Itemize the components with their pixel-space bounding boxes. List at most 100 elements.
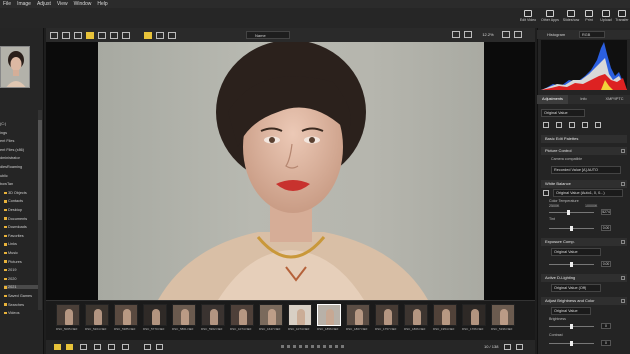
color-temp-knob[interactable] — [567, 210, 570, 215]
tint-value[interactable]: 0.00 — [601, 225, 611, 231]
folder-tree-item[interactable]: dministrator — [0, 156, 38, 160]
menu-adjust[interactable]: Adjust — [37, 1, 51, 7]
next-icon[interactable] — [516, 344, 523, 350]
contrast-knob[interactable] — [570, 341, 573, 346]
filmstrip-thumbnail[interactable]: DSC_1954.NEF — [433, 304, 457, 332]
panel-icon[interactable] — [108, 344, 115, 350]
filmstrip-thumbnail[interactable]: DSC_5385.NEF — [114, 304, 138, 332]
rotate-left-icon[interactable] — [144, 344, 151, 350]
adl-select[interactable]: Original Value (Off) — [551, 284, 601, 292]
color-temp-slider[interactable] — [549, 210, 594, 215]
filmstrip-thumbnail[interactable]: DSC_1856.NEF — [317, 304, 341, 332]
prev-icon[interactable] — [504, 344, 511, 350]
menu-help[interactable]: Help — [97, 1, 107, 7]
menu-window[interactable]: Window — [74, 1, 92, 7]
main-photo[interactable] — [98, 42, 484, 300]
folder-tree-item[interactable]: Documents — [4, 217, 42, 221]
exposure-slider[interactable] — [549, 262, 594, 267]
filmstrip-thumbnail[interactable]: DSC_1867.NEF — [346, 304, 370, 332]
adl-checkbox[interactable] — [621, 276, 625, 280]
left-scrollbar[interactable] — [38, 110, 42, 310]
section-picture-control[interactable]: Picture Control — [541, 147, 627, 155]
tint-knob[interactable] — [570, 226, 573, 231]
filmstrip-thumbnail[interactable]: DSC_1074.NEF — [230, 304, 254, 332]
zoom-out-icon[interactable] — [514, 31, 522, 38]
menu-view[interactable]: View — [57, 1, 68, 7]
compare-icon[interactable] — [80, 344, 87, 350]
filmstrip-thumbnail[interactable]: DSC_1074.NEF — [288, 304, 312, 332]
filmstrip-thumbnail[interactable]: DSC_5861.NEF — [172, 304, 196, 332]
filmstrip-thumbnail[interactable]: DSC_5962.NEF — [201, 304, 225, 332]
zoom-level[interactable]: 12.2% — [478, 31, 498, 39]
compare-view-icon[interactable] — [98, 31, 106, 39]
folder-tree-item[interactable]: dlesRoaming — [0, 165, 38, 169]
section-basic[interactable]: Basic Edit Palettes — [541, 135, 627, 143]
tab-xmp-iptc[interactable]: XMP/IPTC — [599, 95, 630, 104]
undo-icon[interactable] — [595, 122, 601, 128]
menu-image[interactable]: Image — [17, 1, 31, 7]
filter-icon[interactable] — [122, 31, 130, 39]
brightness-slider[interactable] — [549, 324, 594, 329]
folder-tree-item[interactable]: ent Files (x86) — [0, 148, 38, 152]
folder-tree-item[interactable]: (C:) — [0, 122, 38, 126]
rotate-right-icon[interactable] — [156, 344, 163, 350]
person-icon[interactable] — [74, 31, 82, 39]
redeye-icon[interactable] — [582, 122, 588, 128]
split-view-icon[interactable] — [110, 31, 118, 39]
straighten-icon[interactable] — [556, 122, 562, 128]
left-scroll-thumb[interactable] — [38, 120, 42, 220]
contrast-slider[interactable] — [549, 341, 594, 346]
fit-icon[interactable] — [452, 31, 460, 38]
section-white-balance[interactable]: White Balance — [541, 180, 627, 188]
filmstrip-thumbnail[interactable]: DSC_5770.NEF — [143, 304, 167, 332]
edit-video-button[interactable]: Edit Video — [518, 10, 538, 27]
folder-tree-item[interactable]: ublic — [0, 174, 38, 178]
fullscreen-icon[interactable] — [122, 344, 129, 350]
filmstrip-thumbnail[interactable]: DSC_5196.NEF — [491, 304, 515, 332]
folder-tree-item[interactable]: Contacts — [4, 199, 42, 203]
filmstrip-thumbnail[interactable]: DSC_1766.NEF — [462, 304, 486, 332]
folder-tree-item[interactable]: 3D Objects — [4, 191, 42, 195]
label-filter-icon[interactable] — [54, 344, 61, 350]
zoom-in-icon[interactable] — [502, 31, 510, 38]
tint-slider[interactable] — [549, 226, 594, 231]
eyedropper-icon[interactable] — [543, 190, 549, 196]
list-view-icon[interactable] — [62, 31, 70, 39]
crop-icon[interactable] — [543, 122, 549, 128]
retouch-icon[interactable] — [569, 122, 575, 128]
histogram-channel-select[interactable]: RGB — [579, 31, 605, 38]
brightness-knob[interactable] — [570, 324, 573, 329]
other-apps-button[interactable]: Other Apps — [540, 10, 560, 27]
color-temp-value[interactable]: 5274 — [601, 209, 611, 215]
brightness-color-select[interactable]: Original Value — [551, 307, 591, 315]
section-exposure[interactable]: Exposure Comp. — [541, 238, 627, 246]
single-view-icon[interactable] — [86, 31, 94, 39]
filmstrip-thumbnail[interactable]: DSC_1757.NEF — [375, 304, 399, 332]
folder-tree-item[interactable]: ings — [0, 131, 38, 135]
folder-tree-item[interactable]: Music — [4, 251, 42, 255]
section-brightness-color[interactable]: Adjust Brightness and Color — [541, 297, 627, 305]
sort-select[interactable]: Name — [246, 31, 290, 39]
folder-tree-item[interactable]: Saved Games — [4, 294, 42, 298]
label-icon[interactable] — [144, 31, 152, 39]
exposure-select[interactable]: Original Value — [551, 248, 601, 256]
rating-filter-icon[interactable] — [66, 344, 73, 350]
folder-tree-item[interactable]: Searches — [4, 303, 42, 307]
white-balance-select[interactable]: Original Value (Auto1, 0, 0...) — [553, 189, 623, 197]
sort-icon[interactable] — [168, 31, 176, 39]
layout-icon[interactable] — [94, 344, 101, 350]
filmstrip-thumbnail[interactable]: DSC_1866.NEF — [404, 304, 428, 332]
folder-tree-item[interactable]: Desktop — [4, 208, 42, 212]
contrast-value[interactable]: 0 — [601, 340, 611, 346]
folder-tree-item[interactable]: Links — [4, 242, 42, 246]
menu-file[interactable]: File — [3, 1, 11, 7]
grid-view-icon[interactable] — [50, 31, 58, 39]
filmstrip-thumbnail[interactable]: DSC_1647.NEF — [259, 304, 283, 332]
folder-tree-item[interactable]: 2020 — [4, 277, 42, 281]
filmstrip-thumbnail[interactable]: DSC_5204.NEF — [85, 304, 109, 332]
folder-tree-item[interactable]: Videos — [4, 311, 42, 315]
folder-tree-item[interactable]: ent Files — [0, 139, 38, 143]
tab-info[interactable]: Info — [568, 95, 599, 104]
zoom-mode-icon[interactable] — [464, 31, 472, 38]
brightness-color-checkbox[interactable] — [621, 299, 625, 303]
